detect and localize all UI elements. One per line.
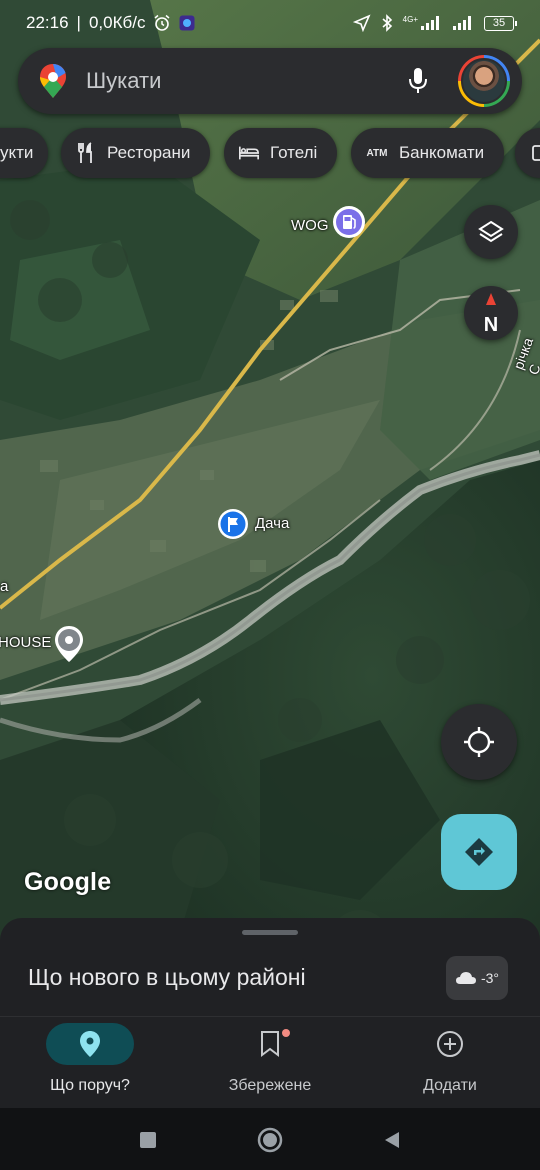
explore-pin-icon <box>80 1031 100 1057</box>
chip-hotels[interactable]: Готелі <box>224 128 338 178</box>
status-bar: 22:16 | 0,0Кб/с 4G+ 35 <box>0 0 540 46</box>
google-watermark: Google <box>24 868 112 896</box>
chip-restaurants[interactable]: Ресторани <box>61 128 211 178</box>
sheet-title: Що нового в цьому районі <box>28 964 306 990</box>
home-circle-icon <box>257 1127 283 1153</box>
avatar[interactable] <box>458 55 510 107</box>
sheet-handle[interactable] <box>242 930 298 935</box>
bottom-navigation: Що поруч? Збережене Додати <box>0 1016 540 1108</box>
house-label[interactable]: HOUSE <box>0 634 51 651</box>
chip-label: укти <box>0 143 34 162</box>
fork-knife-icon <box>75 142 97 164</box>
edge-label: а <box>0 578 9 595</box>
avatar-photo <box>461 58 507 104</box>
recents-button[interactable] <box>134 1126 162 1154</box>
back-button[interactable] <box>378 1126 406 1154</box>
compass-button[interactable]: N <box>464 286 518 340</box>
compass-icon: N <box>484 293 498 335</box>
gas-pump-icon <box>333 206 365 238</box>
status-time: 22:16 <box>26 13 69 32</box>
nav-explore[interactable]: Що поруч? <box>20 1023 160 1103</box>
nav-label: Що поруч? <box>50 1077 130 1094</box>
weather-temp: -3° <box>480 970 500 986</box>
more-icon <box>529 142 540 164</box>
chip-more[interactable] <box>515 128 540 178</box>
crosshair-icon <box>464 727 494 757</box>
battery-icon: 35 <box>484 15 517 31</box>
bed-icon <box>238 142 260 164</box>
wog-label[interactable]: WOG <box>291 217 329 234</box>
maps-logo-icon <box>38 63 68 99</box>
category-chips: укти Ресторани Готелі ATM Банкомати <box>0 128 540 182</box>
search-bar[interactable]: Шукати <box>18 48 522 114</box>
battery-level: 35 <box>492 17 506 29</box>
chip-label: Готелі <box>270 143 318 162</box>
saved-badge <box>282 1029 290 1037</box>
location-arrow-icon <box>352 14 371 32</box>
search-input[interactable]: Шукати <box>86 68 398 94</box>
directions-button[interactable] <box>441 814 517 890</box>
app-notification-icon <box>179 15 195 31</box>
directions-icon <box>465 838 493 866</box>
status-speed: 0,0Кб/с <box>88 13 146 32</box>
signal-icon <box>452 15 474 31</box>
bookmark-icon <box>261 1031 279 1057</box>
nav-label: Додати <box>423 1077 477 1094</box>
home-button[interactable] <box>256 1126 284 1154</box>
compass-n: N <box>484 314 498 335</box>
nav-label: Збережене <box>228 1077 312 1094</box>
weather-chip[interactable]: -3° <box>446 956 508 1000</box>
cloud-icon <box>455 972 476 984</box>
network-type: 4G+ <box>402 15 418 24</box>
alarm-icon <box>153 14 171 32</box>
system-navigation <box>0 1108 540 1170</box>
house-marker[interactable] <box>52 624 86 669</box>
explore-sheet[interactable]: Що нового в цьому районі -3° <box>0 918 540 1028</box>
layers-icon <box>478 220 504 243</box>
maps-screen: WOG Дача HOUSE а річка С 22:16 | 0,0Кб/с <box>0 0 540 1170</box>
back-triangle-icon <box>385 1132 399 1148</box>
add-circle-icon <box>437 1031 463 1057</box>
nav-contribute[interactable]: Додати <box>380 1023 520 1103</box>
nav-saved[interactable]: Збережене <box>200 1023 340 1103</box>
chip-label: Ресторани <box>107 143 191 162</box>
mic-icon[interactable] <box>398 61 438 101</box>
dacha-label[interactable]: Дача <box>255 515 289 532</box>
square-icon <box>140 1132 156 1148</box>
gas-station-marker[interactable] <box>332 205 366 244</box>
chip-atms[interactable]: ATM Банкомати <box>351 128 505 178</box>
place-pin-icon <box>55 626 83 662</box>
flag-icon <box>218 509 248 539</box>
layers-button[interactable] <box>464 205 518 259</box>
chip-groceries[interactable]: укти <box>0 128 48 178</box>
status-divider: | <box>76 13 81 32</box>
chip-label: Банкомати <box>399 143 485 162</box>
my-location-button[interactable] <box>441 704 517 780</box>
signal-4g-icon: 4G+ <box>403 15 442 31</box>
bluetooth-icon <box>381 14 393 32</box>
atm-icon: ATM <box>366 147 388 159</box>
dacha-marker[interactable] <box>217 508 249 545</box>
